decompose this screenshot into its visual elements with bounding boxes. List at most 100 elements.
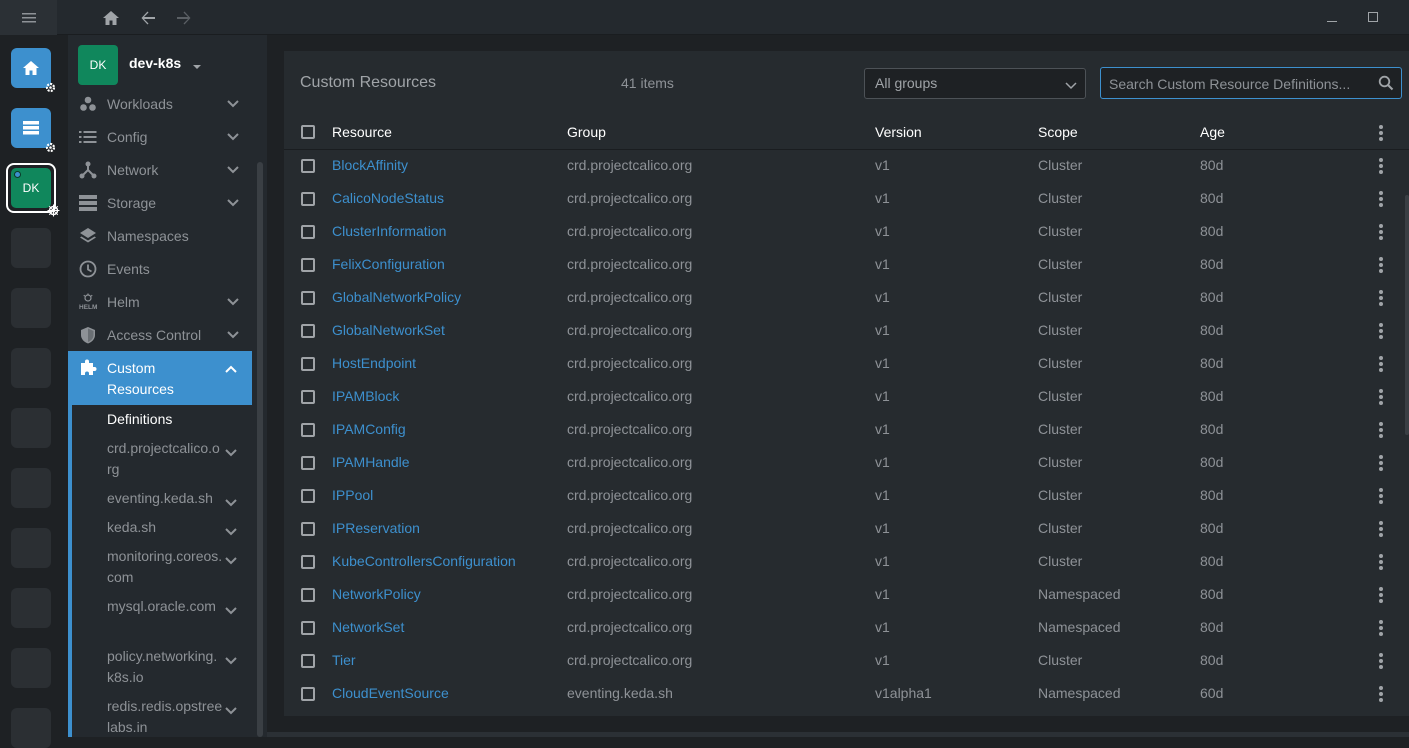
cell-resource[interactable]: IPPool	[332, 487, 373, 503]
sidebar-item-workloads[interactable]: Workloads	[68, 87, 252, 120]
sidebar-subitem-group[interactable]: eventing.keda.sh	[107, 488, 223, 509]
row-checkbox[interactable]	[301, 258, 315, 272]
maximize-button[interactable]	[1361, 6, 1385, 28]
column-header-version[interactable]: Version	[875, 124, 922, 140]
row-menu-button[interactable]	[1379, 488, 1383, 504]
table-row[interactable]: IPPool crd.projectcalico.org v1 Cluster 80d	[284, 480, 1409, 513]
search-icon[interactable]	[1378, 75, 1394, 94]
forward-button[interactable]	[172, 6, 196, 30]
cell-resource[interactable]: FelixConfiguration	[332, 256, 445, 272]
sidebar-subitem-group[interactable]: mysql.oracle.com	[107, 596, 223, 617]
row-menu-button[interactable]	[1379, 554, 1383, 570]
hotbar-empty-slot[interactable]	[11, 528, 51, 568]
row-menu-button[interactable]	[1379, 620, 1383, 636]
row-menu-button[interactable]	[1379, 686, 1383, 702]
back-button[interactable]	[136, 6, 160, 30]
sidebar-item-events[interactable]: Events	[68, 252, 252, 285]
chevron-down-icon[interactable]	[225, 523, 237, 539]
cell-resource[interactable]: HostEndpoint	[332, 355, 416, 371]
row-checkbox[interactable]	[301, 357, 315, 371]
table-row[interactable]: IPReservation crd.projectcalico.org v1 Clus…	[284, 513, 1409, 546]
chevron-down-icon[interactable]	[225, 702, 237, 718]
column-header-age[interactable]: Age	[1200, 124, 1225, 140]
hotbar-empty-slot[interactable]	[11, 468, 51, 508]
table-row[interactable]: CloudEventSource eventing.keda.sh v1alpha1…	[284, 678, 1409, 711]
sidebar-subitem-group[interactable]: keda.sh	[107, 517, 223, 538]
cluster-header[interactable]: DK dev-k8s	[68, 35, 267, 93]
table-row[interactable]: IPAMBlock crd.projectcalico.org v1 Cluster 8…	[284, 381, 1409, 414]
sidebar-item-custom-resources[interactable]: Custom Resources	[68, 351, 252, 405]
chevron-down-icon[interactable]	[225, 602, 237, 618]
row-checkbox[interactable]	[301, 654, 315, 668]
chevron-down-icon[interactable]	[225, 494, 237, 510]
column-header-group[interactable]: Group	[567, 124, 606, 140]
cell-resource[interactable]: GlobalNetworkSet	[332, 322, 445, 338]
row-checkbox[interactable]	[301, 588, 315, 602]
cell-resource[interactable]: CalicoNodeStatus	[332, 190, 444, 206]
sidebar-item-storage[interactable]: Storage	[68, 186, 252, 219]
column-header-scope[interactable]: Scope	[1038, 124, 1078, 140]
sidebar-item-access-control[interactable]: Access Control	[68, 318, 252, 351]
row-checkbox[interactable]	[301, 324, 315, 338]
row-menu-button[interactable]	[1379, 290, 1383, 306]
sidebar-item-config[interactable]: Config	[68, 120, 252, 153]
search-input[interactable]	[1109, 74, 1369, 94]
row-checkbox[interactable]	[301, 621, 315, 635]
select-all-checkbox[interactable]	[301, 125, 315, 139]
hotbar-empty-slot[interactable]	[11, 408, 51, 448]
chevron-down-icon[interactable]	[225, 552, 237, 568]
row-menu-button[interactable]	[1379, 257, 1383, 273]
table-row[interactable]: Tier crd.projectcalico.org v1 Cluster 80d	[284, 645, 1409, 678]
row-checkbox[interactable]	[301, 291, 315, 305]
cell-resource[interactable]: CloudEventSource	[332, 685, 449, 701]
row-menu-button[interactable]	[1379, 224, 1383, 240]
row-checkbox[interactable]	[301, 522, 315, 536]
row-checkbox[interactable]	[301, 225, 315, 239]
hotbar-empty-slot[interactable]	[11, 228, 51, 268]
main-scrollbar[interactable]	[1405, 195, 1409, 435]
sidebar-item-helm[interactable]: HELM Helm	[68, 285, 252, 318]
row-menu-button[interactable]	[1379, 389, 1383, 405]
row-menu-button[interactable]	[1379, 191, 1383, 207]
hotbar-empty-slot[interactable]	[11, 288, 51, 328]
cell-resource[interactable]: ClusterInformation	[332, 223, 446, 239]
sidebar-subitem-group[interactable]: monitoring.coreos.com	[107, 546, 223, 588]
cell-resource[interactable]: GlobalNetworkPolicy	[332, 289, 461, 305]
chevron-down-icon[interactable]	[225, 652, 237, 668]
cell-resource[interactable]: IPAMHandle	[332, 454, 410, 470]
column-menu-button[interactable]	[1379, 125, 1383, 141]
table-row[interactable]: IPAMHandle crd.projectcalico.org v1 Cluster…	[284, 447, 1409, 480]
row-menu-button[interactable]	[1379, 422, 1383, 438]
cell-resource[interactable]: NetworkSet	[332, 619, 404, 635]
row-checkbox[interactable]	[301, 687, 315, 701]
row-checkbox[interactable]	[301, 192, 315, 206]
hotbar-cluster-dk[interactable]: DK	[6, 163, 59, 216]
row-checkbox[interactable]	[301, 489, 315, 503]
row-menu-button[interactable]	[1379, 158, 1383, 174]
table-row[interactable]: KubeControllersConfiguration crd.projectc…	[284, 546, 1409, 579]
column-header-resource[interactable]: Resource	[332, 124, 392, 140]
row-menu-button[interactable]	[1379, 356, 1383, 372]
hotbar-catalog[interactable]	[11, 108, 55, 152]
minimize-button[interactable]	[1320, 6, 1344, 28]
row-checkbox[interactable]	[301, 159, 315, 173]
table-row[interactable]: NetworkSet crd.projectcalico.org v1 Namespa…	[284, 612, 1409, 645]
hotbar-empty-slot[interactable]	[11, 708, 51, 748]
table-row[interactable]: CalicoNodeStatus crd.projectcalico.org v1 C…	[284, 183, 1409, 216]
table-row[interactable]: FelixConfiguration crd.projectcalico.org v…	[284, 249, 1409, 282]
hotbar-empty-slot[interactable]	[11, 588, 51, 628]
sidebar-subitem-group[interactable]: crd.projectcalico.org	[107, 438, 223, 480]
table-row[interactable]: IPAMConfig crd.projectcalico.org v1 Cluster…	[284, 414, 1409, 447]
sidebar-subitem-definitions[interactable]: Definitions	[107, 409, 223, 430]
table-row[interactable]: HostEndpoint crd.projectcalico.org v1 Clust…	[284, 348, 1409, 381]
cell-resource[interactable]: NetworkPolicy	[332, 586, 421, 602]
sidebar-subitem-group[interactable]: policy.networking.k8s.io	[107, 646, 223, 688]
row-menu-button[interactable]	[1379, 653, 1383, 669]
cell-resource[interactable]: IPAMConfig	[332, 421, 406, 437]
menu-button[interactable]	[0, 0, 57, 35]
chevron-down-icon[interactable]	[225, 444, 237, 460]
row-checkbox[interactable]	[301, 456, 315, 470]
cell-resource[interactable]: BlockAffinity	[332, 157, 408, 173]
sidebar-item-namespaces[interactable]: Namespaces	[68, 219, 252, 252]
row-checkbox[interactable]	[301, 555, 315, 569]
